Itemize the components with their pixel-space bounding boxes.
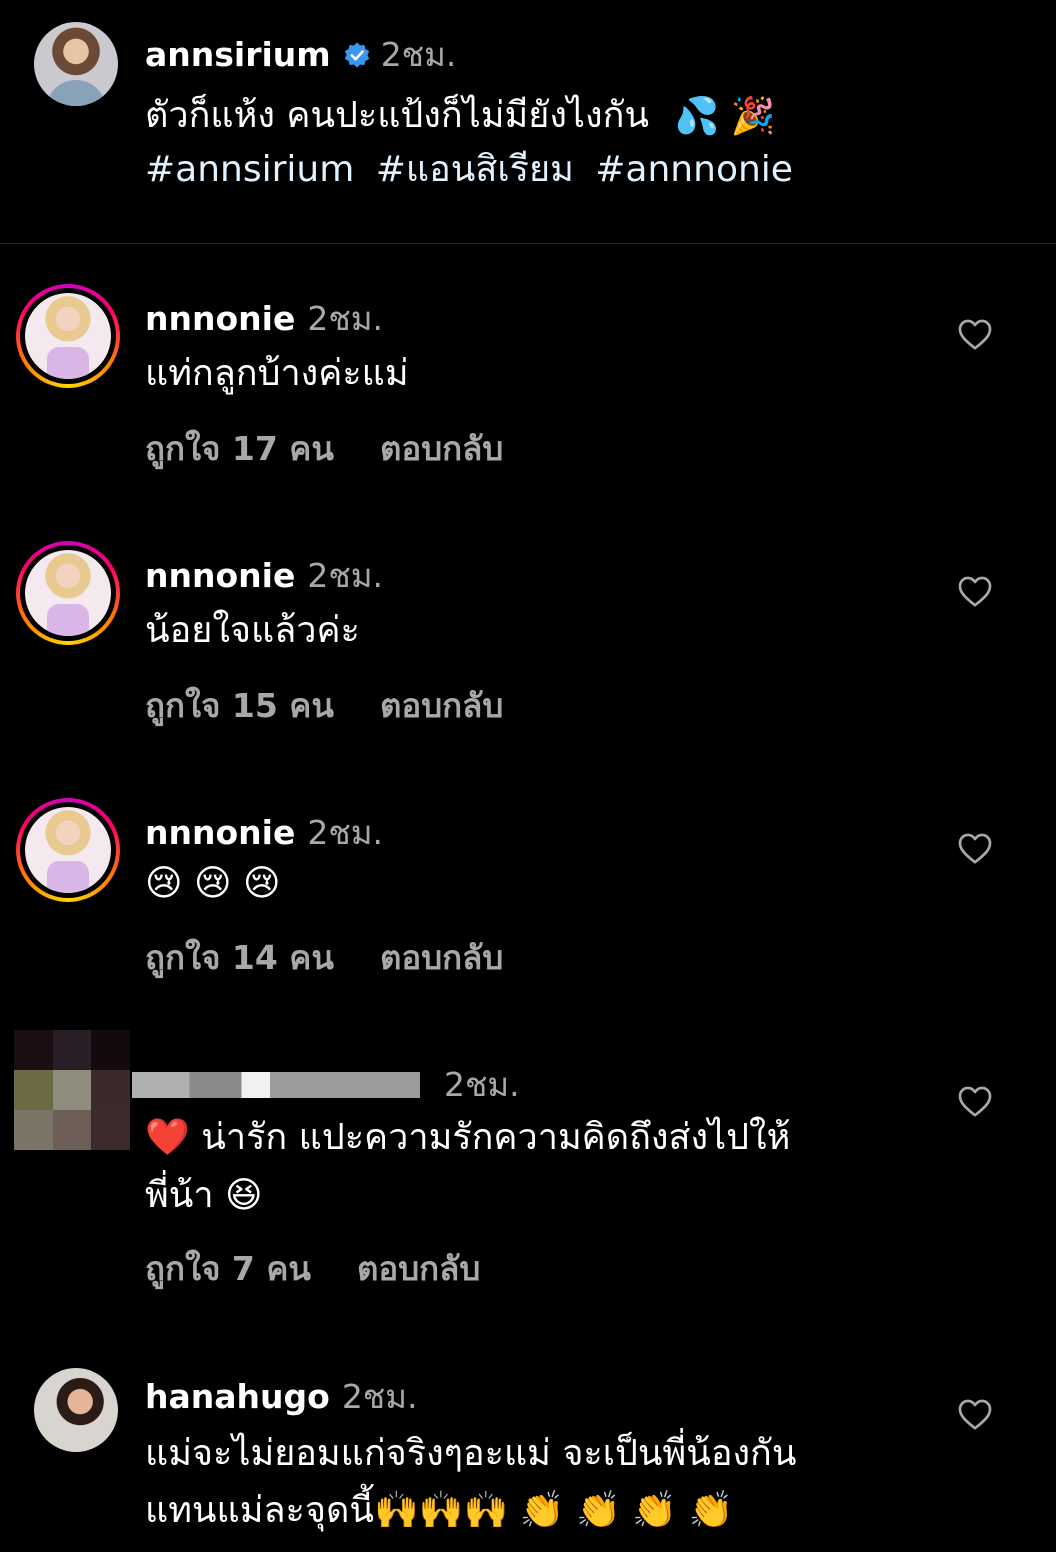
heart-outline-icon[interactable] (957, 1397, 993, 1431)
commenter-username[interactable]: nnnonie (145, 299, 295, 339)
comment-header: nnnonie 2ชม. (145, 292, 383, 345)
comment-text-line-2: แทนแม่ละจุดนี้🙌🙌🙌 👏 👏 👏 👏 (145, 1490, 734, 1531)
like-count[interactable]: ถูกใจ 14 คน (145, 931, 334, 984)
caption-text-line: ตัวก็แห้ง คนปะแป้งก็ไม่มียังไงกัน 💦 🎉 (145, 88, 776, 145)
comment-time: 2ชม. (341, 1377, 418, 1416)
comment-time: 2ชม. (307, 556, 383, 595)
author-avatar[interactable] (34, 22, 118, 106)
heart-outline-icon[interactable] (957, 574, 993, 608)
comment-text: 😢 😢 😢 (145, 863, 281, 904)
comment-actions: ถูกใจ 17 คน ตอบกลับ (145, 422, 503, 475)
comment-actions: ถูกใจ 15 คน ตอบกลับ (145, 679, 503, 732)
avatar-photo-detail (46, 80, 106, 106)
comment-time: 2ชม. (307, 299, 383, 338)
verified-badge-icon (344, 41, 369, 68)
avatar-photo-detail (47, 861, 89, 893)
post-time: 2ชม. (380, 35, 457, 74)
reply-button[interactable]: ตอบกลับ (380, 422, 503, 475)
sweat-droplets-icon: 💦 (674, 96, 720, 137)
commenter-avatar (25, 807, 111, 893)
caption-text: ตัวก็แห้ง คนปะแป้งก็ไม่มียังไงกัน (145, 95, 649, 136)
author-username[interactable]: annsirium (145, 35, 331, 75)
comment-time: 2ชม. (444, 1065, 520, 1104)
pixel-block (14, 1110, 53, 1150)
comment-header: hanahugo 2ชม. (145, 1370, 417, 1423)
hashtag-link[interactable]: #annnonie (595, 149, 793, 190)
commenter-avatar[interactable] (34, 1368, 118, 1452)
comment-text-line-1: ❤️ น่ารัก แปะความรักความคิดถึงส่งไปให้ (145, 1117, 791, 1158)
comment-header: nnnonie 2ชม. (145, 806, 383, 859)
party-popper-icon: 🎉 (730, 96, 776, 137)
commenter-avatar-pixelated[interactable] (14, 1030, 130, 1150)
commenter-avatar-story-ring[interactable] (16, 798, 120, 902)
pixel-block (52, 1070, 92, 1110)
pixel-block (91, 1070, 130, 1110)
reply-button[interactable]: ตอบกลับ (357, 1242, 480, 1295)
hashtag-list: #annsirium #แอนสิเรียม #annnonie (145, 142, 803, 198)
commenter-username[interactable]: nnnonie (145, 556, 295, 596)
commenter-avatar-story-ring[interactable] (16, 541, 120, 645)
pixel-block (52, 1030, 92, 1070)
commenter-avatar-story-ring[interactable] (16, 284, 120, 388)
comment-text: น้อยใจแล้วค่ะ (145, 610, 360, 651)
pixel-block (14, 1030, 53, 1070)
commenter-avatar (25, 550, 111, 636)
reply-button[interactable]: ตอบกลับ (380, 679, 503, 732)
commenter-avatar (25, 293, 111, 379)
heart-outline-icon[interactable] (957, 831, 993, 865)
commenter-username[interactable]: nnnonie (145, 813, 295, 853)
avatar-photo-detail (47, 604, 89, 636)
pixel-block (52, 1110, 92, 1150)
commenter-username[interactable]: hanahugo (145, 1377, 330, 1417)
reply-button[interactable]: ตอบกลับ (380, 931, 503, 984)
pixel-block (91, 1110, 130, 1150)
comment-actions: ถูกใจ 7 คน ตอบกลับ (145, 1242, 480, 1295)
avatar-photo-detail (47, 347, 89, 379)
pixel-block (14, 1070, 53, 1110)
pixel-block (91, 1030, 130, 1070)
like-count[interactable]: ถูกใจ 7 คน (145, 1242, 311, 1295)
comment-text-line-1: แม่จะไม่ยอมแก่จริงๆอะแม่ จะเป็นพี่น้องกั… (145, 1433, 797, 1474)
like-count[interactable]: ถูกใจ 15 คน (145, 679, 334, 732)
comment-header: 2ชม. (132, 1058, 520, 1111)
hashtag-link[interactable]: #แอนสิเรียม (376, 149, 574, 190)
divider (0, 243, 1056, 244)
comment-text-line-2: พี่น้า 😆 (145, 1175, 263, 1216)
heart-outline-icon[interactable] (957, 1084, 993, 1118)
redacted-username (132, 1071, 420, 1098)
comment-text: แท่กลูกบ้างค่ะแม่ (145, 353, 409, 394)
like-count[interactable]: ถูกใจ 17 คน (145, 422, 334, 475)
hashtag-link[interactable]: #annsirium (145, 149, 354, 190)
comment-time: 2ชม. (307, 813, 383, 852)
heart-outline-icon[interactable] (957, 317, 993, 351)
comment-header: nnnonie 2ชม. (145, 549, 383, 602)
caption-header: annsirium 2ชม. (145, 28, 456, 81)
comment-actions: ถูกใจ 14 คน ตอบกลับ (145, 931, 503, 984)
